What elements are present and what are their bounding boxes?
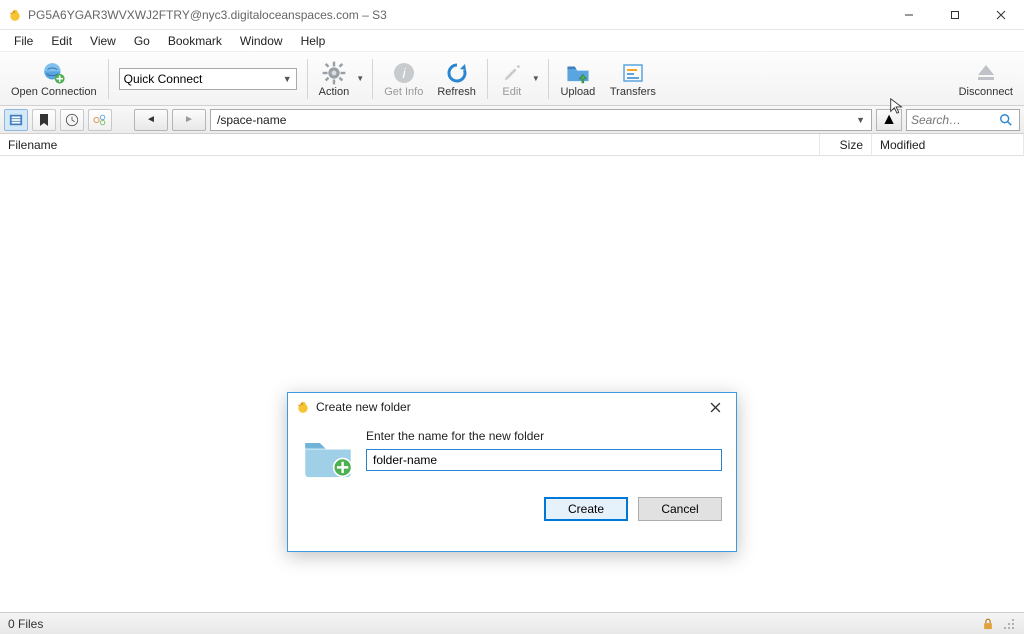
new-folder-icon xyxy=(302,433,354,479)
window-minimize-button[interactable] xyxy=(886,0,932,30)
refresh-label: Refresh xyxy=(437,86,476,98)
edit-label: Edit xyxy=(502,86,521,98)
nav-back-button[interactable]: ◄ xyxy=(134,109,168,131)
menu-window[interactable]: Window xyxy=(232,32,291,50)
status-bar: 0 Files xyxy=(0,612,1024,634)
app-icon xyxy=(8,8,22,22)
window-maximize-button[interactable] xyxy=(932,0,978,30)
open-connection-button[interactable]: Open Connection xyxy=(4,54,104,104)
status-text: 0 Files xyxy=(8,617,43,631)
toolbar-separator xyxy=(487,59,488,99)
chevron-down-icon: ▼ xyxy=(856,115,865,125)
nav-up-button[interactable]: ▲ xyxy=(876,109,902,131)
edit-dropdown-arrow[interactable]: ▼ xyxy=(532,74,540,83)
column-headers: Filename Size Modified xyxy=(0,134,1024,156)
toolbar-separator xyxy=(307,59,308,99)
edit-button[interactable]: Edit xyxy=(492,54,532,104)
folder-name-input[interactable] xyxy=(366,449,722,471)
menu-edit[interactable]: Edit xyxy=(43,32,80,50)
eject-icon xyxy=(973,60,999,86)
column-size[interactable]: Size xyxy=(820,134,872,155)
create-button[interactable]: Create xyxy=(544,497,628,521)
chevron-down-icon: ▼ xyxy=(283,74,292,84)
upload-label: Upload xyxy=(560,86,595,98)
toolbar-separator xyxy=(548,59,549,99)
resize-grip-icon[interactable] xyxy=(1002,617,1016,631)
dialog-prompt: Enter the name for the new folder xyxy=(366,429,722,443)
folder-up-icon xyxy=(565,60,591,86)
dialog-close-button[interactable] xyxy=(700,396,730,418)
menu-go[interactable]: Go xyxy=(126,32,158,50)
disconnect-button[interactable]: Disconnect xyxy=(952,54,1020,104)
create-folder-dialog: Create new folder Enter the name for the… xyxy=(287,392,737,552)
search-input[interactable] xyxy=(911,113,999,127)
menu-view[interactable]: View xyxy=(82,32,124,50)
globe-plus-icon xyxy=(41,60,67,86)
action-dropdown-arrow[interactable]: ▼ xyxy=(356,74,364,83)
toolbar-separator xyxy=(372,59,373,99)
window-close-button[interactable] xyxy=(978,0,1024,30)
open-connection-label: Open Connection xyxy=(11,86,97,98)
get-info-button[interactable]: i Get Info xyxy=(377,54,430,104)
search-icon xyxy=(999,113,1013,127)
window-titlebar: PG5A6YGAR3WVXWJ2FTRY@nyc3.digitaloceansp… xyxy=(0,0,1024,30)
path-combobox[interactable]: /space-name ▼ xyxy=(210,109,872,131)
transfers-button[interactable]: Transfers xyxy=(603,54,663,104)
column-modified[interactable]: Modified xyxy=(872,134,1024,155)
path-text: /space-name xyxy=(217,113,286,127)
menu-help[interactable]: Help xyxy=(293,32,334,50)
history-toggle[interactable] xyxy=(60,109,84,131)
menu-bar: File Edit View Go Bookmark Window Help xyxy=(0,30,1024,52)
get-info-label: Get Info xyxy=(384,86,423,98)
gear-icon xyxy=(321,60,347,86)
transfers-label: Transfers xyxy=(610,86,656,98)
quick-connect-label: Quick Connect xyxy=(124,72,203,86)
app-icon xyxy=(296,400,310,414)
nav-forward-button[interactable]: ► xyxy=(172,109,206,131)
menu-file[interactable]: File xyxy=(6,32,41,50)
toolbar: Open Connection Quick Connect ▼ Action ▼… xyxy=(0,52,1024,106)
upload-button[interactable]: Upload xyxy=(553,54,603,104)
window-title: PG5A6YGAR3WVXWJ2FTRY@nyc3.digitaloceansp… xyxy=(28,8,387,22)
disconnect-label: Disconnect xyxy=(959,86,1013,98)
search-input-wrapper[interactable] xyxy=(906,109,1020,131)
refresh-icon xyxy=(444,60,470,86)
bookmark-toggle[interactable] xyxy=(32,109,56,131)
toolbar-separator xyxy=(108,59,109,99)
bookmarks-view-toggle[interactable] xyxy=(4,109,28,131)
location-bar: ◄ ► /space-name ▼ ▲ xyxy=(0,106,1024,134)
info-icon: i xyxy=(391,60,417,86)
lock-icon xyxy=(982,618,994,630)
action-label: Action xyxy=(319,86,350,98)
bonjour-toggle[interactable] xyxy=(88,109,112,131)
cancel-button[interactable]: Cancel xyxy=(638,497,722,521)
pencil-icon xyxy=(499,60,525,86)
refresh-button[interactable]: Refresh xyxy=(430,54,483,104)
column-filename[interactable]: Filename xyxy=(0,134,820,155)
file-list-area[interactable]: Create new folder Enter the name for the… xyxy=(0,156,1024,612)
action-button[interactable]: Action xyxy=(312,54,357,104)
dialog-title: Create new folder xyxy=(316,400,411,414)
transfers-icon xyxy=(620,60,646,86)
quick-connect-dropdown[interactable]: Quick Connect ▼ xyxy=(119,68,297,90)
menu-bookmark[interactable]: Bookmark xyxy=(160,32,230,50)
